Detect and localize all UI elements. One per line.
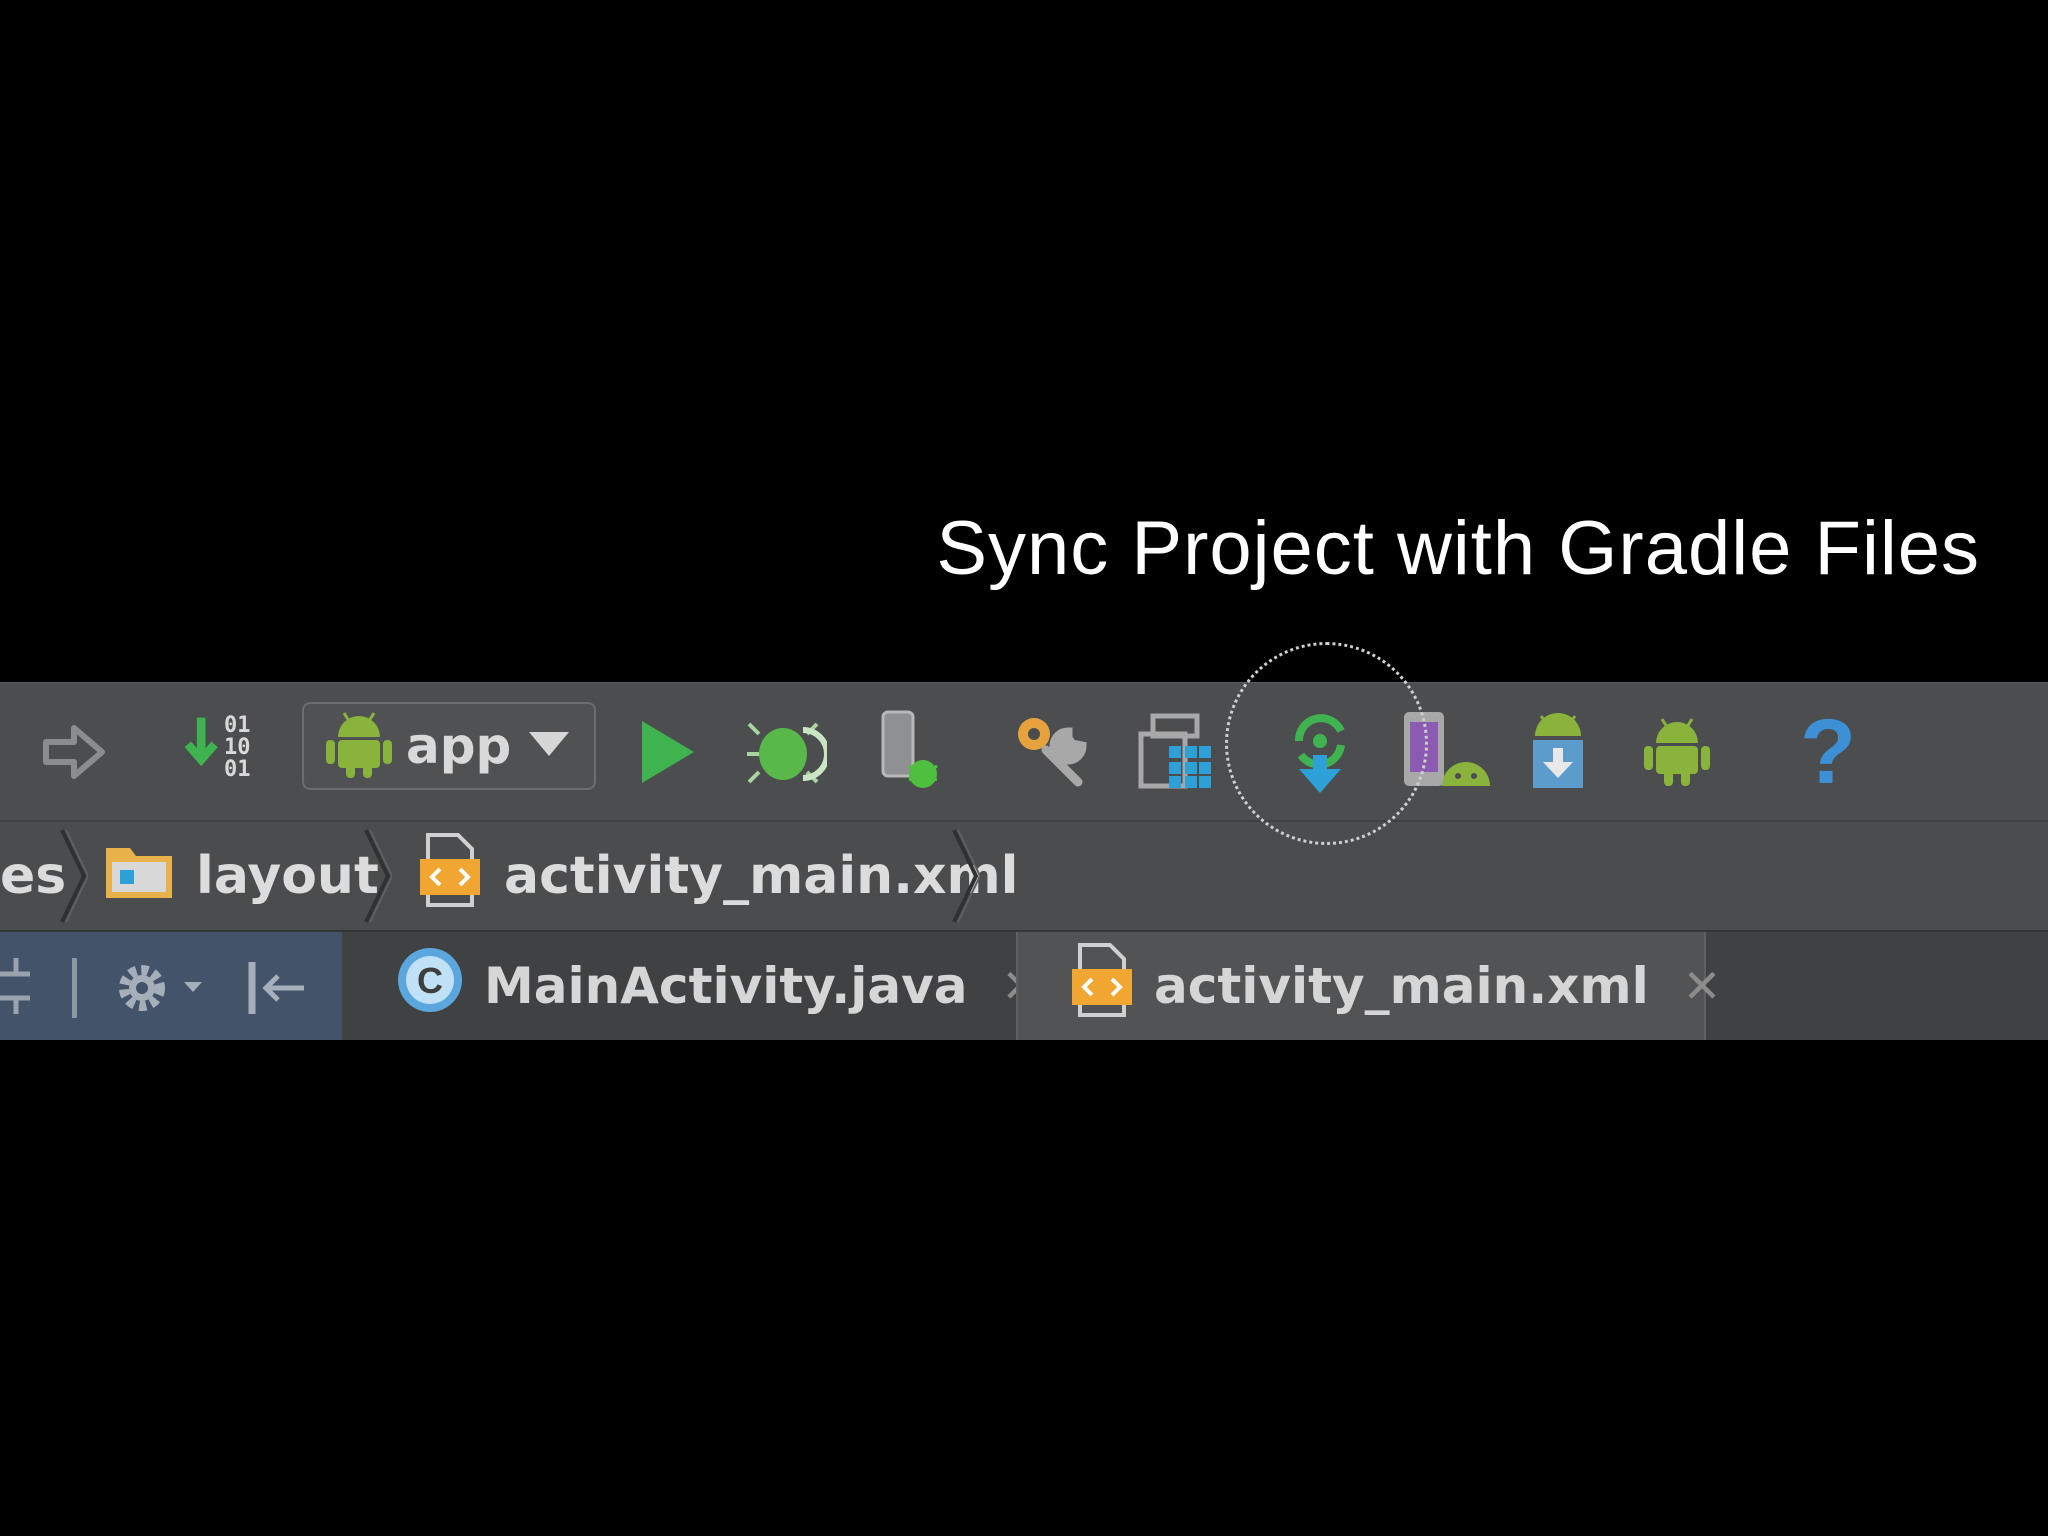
tab-activity-main-xml[interactable]: activity_main.xml ✕ <box>1016 932 1721 1040</box>
android-monitor-icon[interactable] <box>1640 707 1714 797</box>
collapse-all-icon[interactable] <box>0 954 40 1022</box>
gear-icon[interactable] <box>112 956 208 1024</box>
project-structure-icon[interactable] <box>1010 707 1094 797</box>
hide-panel-icon[interactable] <box>246 956 310 1024</box>
divider <box>72 958 77 1018</box>
svg-text:C: C <box>417 960 443 1001</box>
navigation-breadcrumb: es layout activity_main.xml <box>0 820 2048 930</box>
attach-debugger-icon[interactable] <box>872 707 948 797</box>
xml-file-icon <box>1070 943 1134 1029</box>
avd-layout-icon[interactable] <box>1132 707 1216 797</box>
debug-icon[interactable] <box>744 707 828 797</box>
breadcrumb-label: layout <box>196 846 379 906</box>
tab-label: activity_main.xml <box>1154 957 1649 1015</box>
forward-arrow-icon[interactable] <box>38 707 110 797</box>
avd-manager-icon[interactable] <box>1396 707 1500 797</box>
tab-label: MainActivity.java <box>484 957 968 1015</box>
editor-tab-bar: C MainActivity.java ✕ activity_main.xml … <box>0 930 2048 1040</box>
sdk-manager-icon[interactable] <box>1522 707 1594 797</box>
run-config-selector[interactable]: app <box>302 702 596 790</box>
breadcrumb-item-layout[interactable]: layout <box>104 822 379 930</box>
android-icon <box>326 709 392 783</box>
folder-icon <box>104 840 174 913</box>
breadcrumb-separator <box>60 829 88 923</box>
make-project-icon[interactable]: 01 10 01 <box>184 707 270 797</box>
chevron-down-icon <box>527 730 571 762</box>
help-icon[interactable]: ? <box>1790 701 1866 803</box>
run-config-label: app <box>406 717 512 775</box>
java-class-icon: C <box>396 946 464 1026</box>
run-icon[interactable] <box>634 707 700 797</box>
breadcrumb-item-activity-main[interactable]: activity_main.xml <box>418 822 1019 930</box>
breadcrumb-separator <box>364 829 392 923</box>
annotation-caption: Sync Project with Gradle Files <box>936 506 1980 591</box>
breadcrumb-item-es[interactable]: es <box>0 822 66 930</box>
xml-file-icon <box>418 832 482 920</box>
main-toolbar: 01 10 01 app ? <box>0 682 2048 820</box>
tool-window-strip <box>0 932 342 1040</box>
breadcrumb-separator <box>952 829 980 923</box>
gradle-sync-icon[interactable] <box>1282 707 1358 797</box>
binary-digits: 01 10 01 <box>224 713 251 782</box>
close-icon[interactable]: ✕ <box>1683 959 1722 1013</box>
tab-main-activity[interactable]: C MainActivity.java ✕ <box>344 932 1040 1040</box>
breadcrumb-label: activity_main.xml <box>504 846 1019 906</box>
